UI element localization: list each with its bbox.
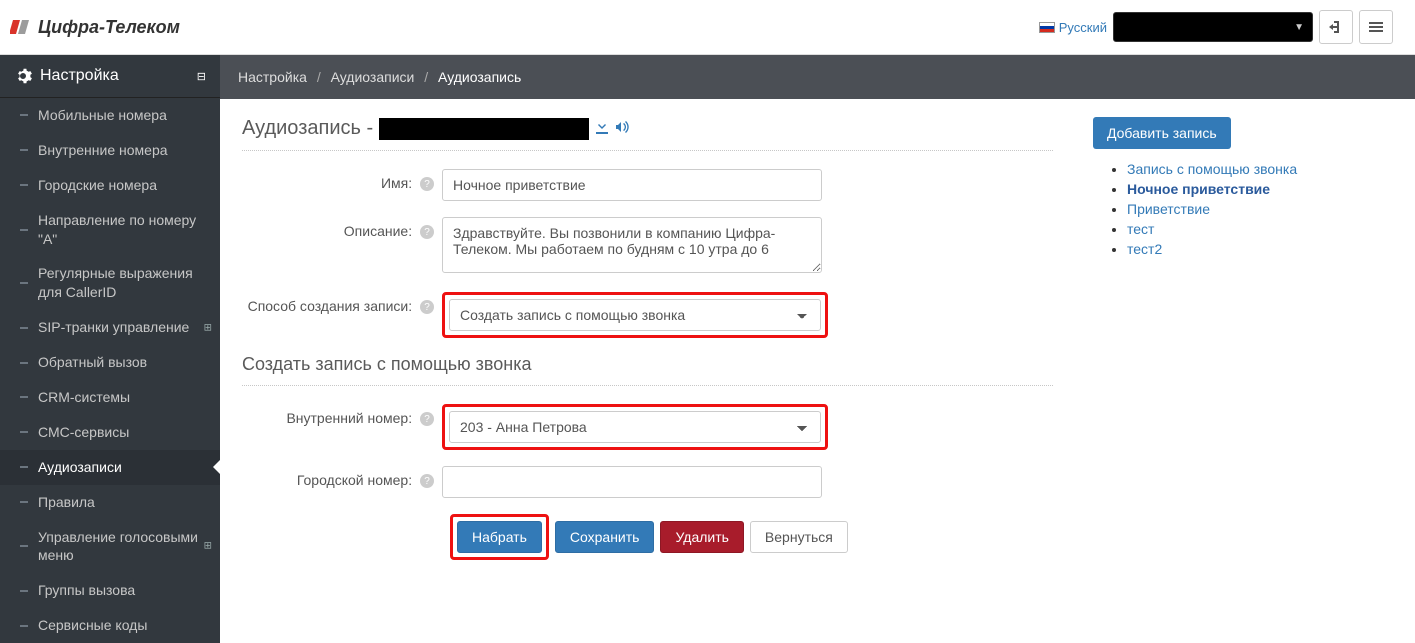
brand-logo[interactable]: Цифра-Телеком xyxy=(10,16,180,38)
form-column: Аудиозапись - Имя: ? Описание: ? Здравст xyxy=(242,117,1053,560)
record-link[interactable]: тест xyxy=(1127,221,1154,237)
play-icon[interactable] xyxy=(615,120,629,137)
page-title-redacted xyxy=(379,118,589,140)
label-name: Имя: ? xyxy=(242,169,442,191)
help-icon[interactable]: ? xyxy=(420,177,434,191)
label-internal: Внутренний номер: ? xyxy=(242,404,442,426)
page-title-prefix: Аудиозапись - xyxy=(242,117,373,140)
breadcrumb-current: Аудиозапись xyxy=(438,69,521,85)
breadcrumb-settings[interactable]: Настройка xyxy=(238,69,307,85)
language-label: Русский xyxy=(1059,20,1107,35)
save-button[interactable]: Сохранить xyxy=(555,521,655,553)
page-title: Аудиозапись - xyxy=(242,117,1053,151)
sidebar-item-label: Внутренние номера xyxy=(38,142,168,158)
external-icon: ⊞ xyxy=(204,321,212,335)
sidebar-item-sms[interactable]: СМС-сервисы xyxy=(0,415,220,450)
sidebar-item-codes[interactable]: Сервисные коды xyxy=(0,608,220,643)
sidebar-header[interactable]: Настройка ⊟ xyxy=(0,55,220,98)
sidebar-item-label: СМС-сервисы xyxy=(38,424,129,440)
highlight-method: Создать запись с помощью звонка xyxy=(442,292,828,338)
section-create-by-call: Создать запись с помощью звонка xyxy=(242,354,1053,386)
external-icon: ⊞ xyxy=(204,540,212,554)
help-icon[interactable]: ? xyxy=(420,225,434,239)
highlight-dial: Набрать xyxy=(450,514,549,560)
breadcrumb: Настройка / Аудиозаписи / Аудиозапись xyxy=(220,55,1415,99)
help-icon[interactable]: ? xyxy=(420,300,434,314)
sidebar-item-internal[interactable]: Внутренние номера xyxy=(0,133,220,168)
breadcrumb-audios[interactable]: Аудиозаписи xyxy=(331,69,415,85)
menu-button[interactable] xyxy=(1359,10,1393,44)
header-right: Русский ▼ xyxy=(1039,10,1393,44)
record-item: Запись с помощью звонка xyxy=(1127,159,1393,179)
main: Настройка / Аудиозаписи / Аудиозапись Ау… xyxy=(220,55,1415,643)
sidebar-item-label: Аудиозаписи xyxy=(38,459,122,475)
sidebar-item-audio[interactable]: Аудиозаписи xyxy=(0,450,220,485)
label-city: Городской номер: ? xyxy=(242,466,442,488)
help-icon[interactable]: ? xyxy=(420,474,434,488)
hamburger-icon xyxy=(1368,19,1384,35)
sidebar-item-regex[interactable]: Регулярные выражения для CallerID xyxy=(0,256,220,310)
sidebar-item-mobile[interactable]: Мобильные номера xyxy=(0,98,220,133)
brand-icon xyxy=(10,16,32,38)
label-description: Описание: ? xyxy=(242,217,442,239)
help-icon[interactable]: ? xyxy=(420,412,434,426)
record-item: тест2 xyxy=(1127,239,1393,259)
sidebar-item-label: SIP-транки управление xyxy=(38,319,189,335)
sidebar: Настройка ⊟ Мобильные номера Внутренние … xyxy=(0,55,220,643)
back-button[interactable]: Вернуться xyxy=(750,521,848,553)
record-item: тест xyxy=(1127,219,1393,239)
sidebar-item-label: Городские номера xyxy=(38,177,157,193)
sidebar-item-callback[interactable]: Обратный вызов xyxy=(0,345,220,380)
internal-number-select[interactable]: 203 - Анна Петрова xyxy=(449,411,821,443)
brand-text: Цифра-Телеком xyxy=(38,17,180,38)
caret-down-icon: ▼ xyxy=(1294,22,1304,33)
record-item: Ночное приветствие xyxy=(1127,179,1393,199)
sidebar-title: Настройка xyxy=(40,67,197,85)
logout-button[interactable] xyxy=(1319,10,1353,44)
language-switcher[interactable]: Русский xyxy=(1039,20,1107,35)
sidebar-item-label: CRM-системы xyxy=(38,389,130,405)
right-column: Добавить запись Запись с помощью звонка … xyxy=(1093,117,1393,259)
sidebar-item-sip[interactable]: SIP-транки управление ⊞ xyxy=(0,310,220,345)
city-number-input[interactable] xyxy=(442,466,822,498)
sidebar-item-label: Управление голосовыми меню xyxy=(38,529,198,564)
sidebar-item-crm[interactable]: CRM-системы xyxy=(0,380,220,415)
sidebar-item-label: Обратный вызов xyxy=(38,354,147,370)
sidebar-item-label: Направление по номеру "A" xyxy=(38,212,196,247)
name-input[interactable] xyxy=(442,169,822,201)
sidebar-item-groups[interactable]: Группы вызова xyxy=(0,573,220,608)
logout-icon xyxy=(1328,19,1344,35)
add-record-button[interactable]: Добавить запись xyxy=(1093,117,1231,149)
sidebar-item-rules[interactable]: Правила xyxy=(0,485,220,520)
sidebar-item-label: Группы вызова xyxy=(38,582,135,598)
sidebar-item-label: Регулярные выражения для CallerID xyxy=(38,265,193,300)
record-link[interactable]: Запись с помощью звонка xyxy=(1127,161,1297,177)
description-textarea[interactable]: Здравствуйте. Вы позвонили в компанию Ци… xyxy=(442,217,822,273)
sidebar-item-label: Правила xyxy=(38,494,95,510)
record-link[interactable]: Ночное приветствие xyxy=(1127,181,1270,197)
sidebar-collapse-icon[interactable]: ⊟ xyxy=(197,70,206,83)
download-icon[interactable] xyxy=(595,120,609,137)
dial-button[interactable]: Набрать xyxy=(457,521,542,553)
gear-icon xyxy=(14,67,32,85)
sidebar-item-label: Мобильные номера xyxy=(38,107,167,123)
top-header: Цифра-Телеком Русский ▼ xyxy=(0,0,1415,55)
highlight-internal: 203 - Анна Петрова xyxy=(442,404,828,450)
records-list: Запись с помощью звонка Ночное приветств… xyxy=(1093,159,1393,259)
record-link[interactable]: тест2 xyxy=(1127,241,1162,257)
label-method: Способ создания записи: ? xyxy=(242,292,442,314)
sidebar-item-direction[interactable]: Направление по номеру "A" xyxy=(0,203,220,257)
sidebar-item-label: Сервисные коды xyxy=(38,617,147,633)
sidebar-item-city[interactable]: Городские номера xyxy=(0,168,220,203)
flag-ru-icon xyxy=(1039,22,1055,33)
account-dropdown[interactable]: ▼ xyxy=(1113,12,1313,42)
record-link[interactable]: Приветствие xyxy=(1127,201,1210,217)
method-select[interactable]: Создать запись с помощью звонка xyxy=(449,299,821,331)
record-item: Приветствие xyxy=(1127,199,1393,219)
sidebar-item-ivr[interactable]: Управление голосовыми меню ⊞ xyxy=(0,520,220,574)
delete-button[interactable]: Удалить xyxy=(660,521,743,553)
